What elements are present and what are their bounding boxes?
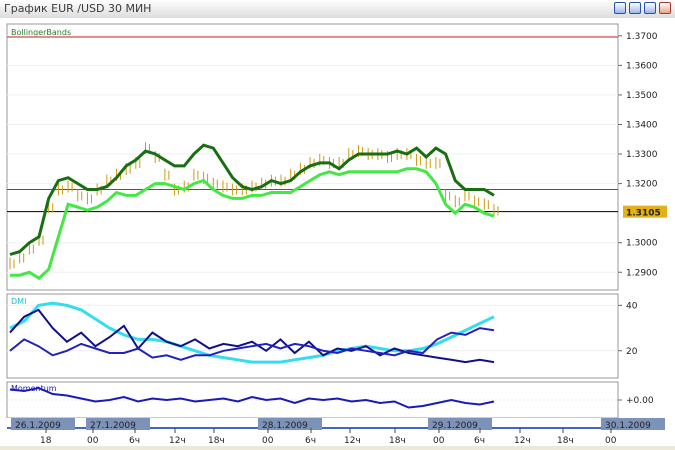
window-controls [614,2,671,14]
time-tick-label: 12ч [169,436,186,446]
price-label-badge: 1.3105 [623,205,667,219]
close-button[interactable] [659,2,671,14]
chart-window: График EUR /USD 30 МИН BollingerBands 1.… [0,0,675,446]
window-title: График EUR /USD 30 МИН [4,2,152,15]
time-tick-label: 18ч [389,436,406,446]
dmi-plot-frame[interactable] [6,293,619,379]
price-label-text: 1.3105 [626,209,661,219]
time-tick-label: 00 [262,436,274,446]
main-panel: BollingerBands 1.37001.36001.35001.34001… [6,23,667,291]
dmi-y-axis: 40 20 [618,301,638,357]
main-plot-frame[interactable] [6,23,619,291]
momentum-y-axis: +0.00 [618,396,654,406]
tile-vertical-button[interactable] [614,2,626,14]
date-label: 28.1.2009 [262,421,308,431]
time-tick-label: 18 [40,436,52,446]
main-y-tick-label: 1.3200 [626,180,658,190]
dmi-panel-title: DMI [11,297,26,306]
main-y-axis: 1.3700 1.3600 1.3500 1.3400 1.3300 1.3200 1.30… [618,32,658,278]
main-y-tick-label: 1.3400 [626,120,658,130]
main-y-tick-label: 1.3500 [626,91,658,101]
momentum-y-tick-label: +0.00 [626,396,654,406]
main-y-tick-label: 1.3600 [626,61,658,71]
time-tick-label: 00 [433,436,445,446]
time-tick-label: 6ч [474,436,485,446]
time-tick-label: 12ч [514,436,531,446]
dmi-y-tick-label: 20 [626,347,638,357]
title-bar[interactable]: График EUR /USD 30 МИН [0,0,675,19]
main-y-tick-label: 1.2900 [626,268,658,278]
chart-svg: BollingerBands 1.37001.36001.35001.34001… [0,23,675,446]
time-axis: 26.1.2009 27.1.2009 28.1.2009 29.1.2009 30.1… [0,418,675,446]
date-label: 27.1.2009 [90,421,136,431]
time-tick-label: 6ч [305,436,316,446]
time-tick-label: 00 [605,436,617,446]
date-label: 30.1.2009 [605,421,651,431]
time-tick-label: 12ч [344,436,361,446]
dmi-y-tick-label: 40 [626,301,638,311]
main-y-tick-label: 1.3300 [626,150,658,160]
time-tick-label: 00 [87,436,99,446]
dmi-panel: DMI 40 20 [6,293,638,379]
time-tick-label: 18ч [208,436,225,446]
maximize-button[interactable] [644,2,656,14]
main-y-tick-label: 1.3000 [626,239,658,249]
time-tick-label: 18ч [557,436,574,446]
main-y-tick-label: 1.3700 [626,32,658,42]
minimize-button[interactable] [629,2,641,14]
time-tick-label: 6ч [129,436,140,446]
date-label: 26.1.2009 [15,421,61,431]
chart-area: BollingerBands 1.3700 1.3600 1.3500 1.3400 1… [0,18,675,446]
momentum-panel: Momentum +0.00 [6,381,654,419]
